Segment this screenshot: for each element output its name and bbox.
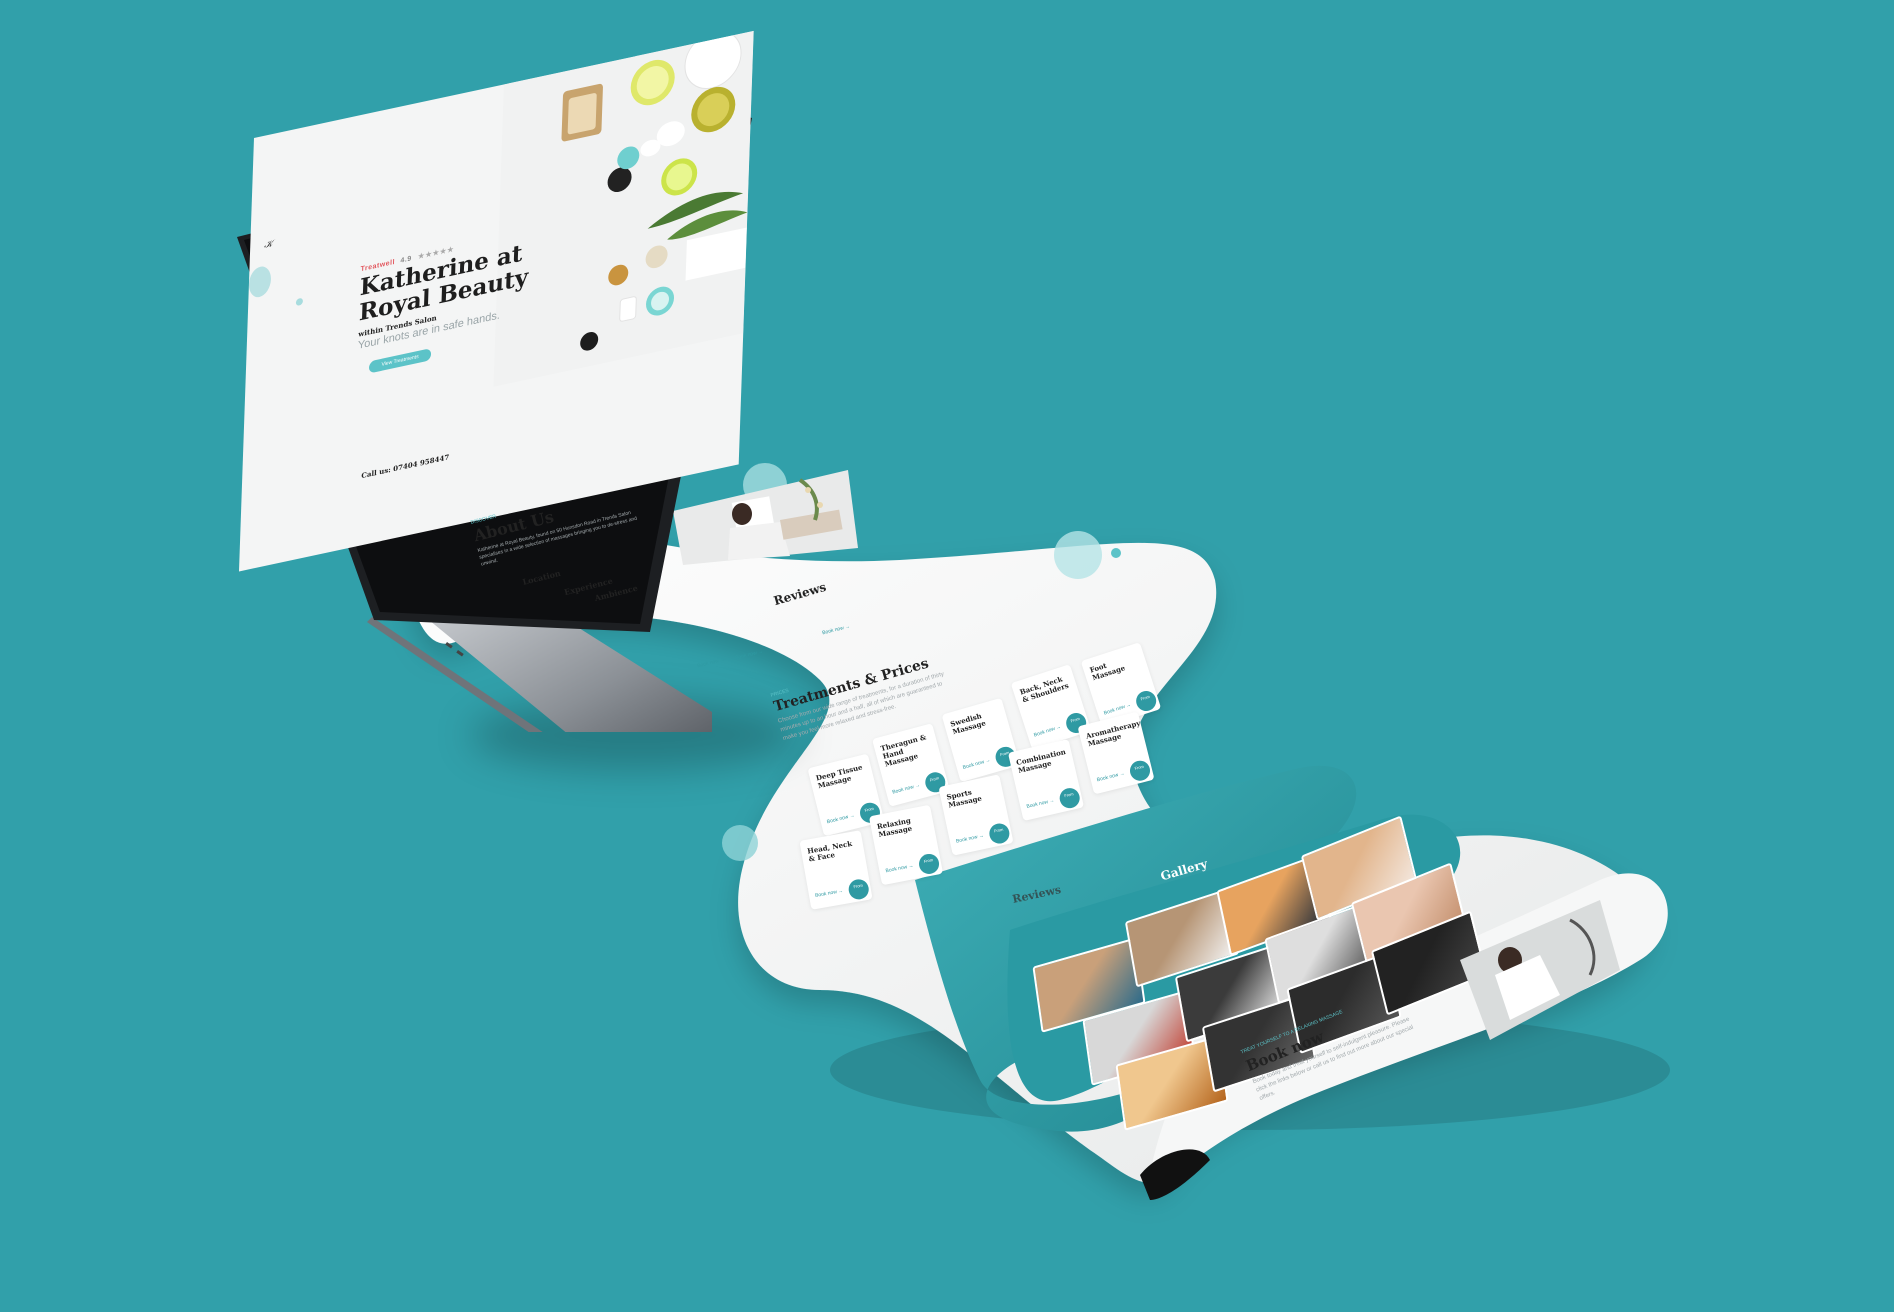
treatment-card[interactable]: Relaxing Massage Book now → From: [868, 804, 944, 886]
treatment-name: Combination Massage: [1015, 746, 1067, 775]
view-treatments-button[interactable]: View Treatments: [368, 348, 432, 374]
treatment-book-link[interactable]: Book now →: [815, 888, 844, 899]
treatment-book-link[interactable]: Book now →: [1033, 724, 1062, 738]
treatment-book-link[interactable]: Book now →: [1026, 798, 1055, 810]
treatment-price-badge[interactable]: From: [917, 852, 941, 876]
treatment-price-badge[interactable]: From: [1057, 786, 1082, 811]
hero-spa-photo: [493, 30, 754, 387]
decor-blob: [248, 264, 272, 300]
treatment-name: Head, Neck & Face: [806, 838, 853, 864]
treatment-name: Foot Massage: [1088, 660, 1127, 683]
treatment-book-link[interactable]: Book now →: [892, 782, 921, 795]
treatment-book-link[interactable]: Book now →: [1096, 771, 1125, 784]
treatment-name: Deep Tissue Massage: [814, 762, 864, 791]
treatment-price-badge[interactable]: From: [1127, 758, 1153, 783]
treatment-price-badge[interactable]: From: [987, 821, 1012, 846]
decor-blob: [295, 297, 304, 307]
treatment-price-badge[interactable]: From: [1133, 688, 1159, 714]
treatment-book-link[interactable]: Book now →: [885, 863, 914, 874]
treatment-name: Relaxing Massage: [876, 815, 913, 839]
treatment-name: Aromatherapy Massage: [1084, 718, 1142, 749]
treatment-name: Sports Massage: [945, 787, 983, 810]
treatment-book-link[interactable]: Book now →: [962, 757, 991, 771]
treatment-card[interactable]: Head, Neck & Face Book now → From: [799, 830, 873, 910]
treatment-book-link[interactable]: Book now →: [826, 813, 855, 826]
site-logo[interactable]: 𝒦: [264, 235, 291, 259]
call-us-text[interactable]: Call us: 07404 958447: [361, 452, 449, 480]
treatment-name: Theragun & Hand Massage: [879, 732, 928, 769]
booking-photo: [1460, 900, 1620, 1040]
treatment-price-badge[interactable]: From: [847, 877, 871, 901]
treatment-book-link[interactable]: Book now →: [955, 833, 984, 845]
treatment-name: Swedish Massage: [949, 711, 987, 737]
treatment-name: Back, Neck & Shoulders: [1018, 674, 1070, 705]
